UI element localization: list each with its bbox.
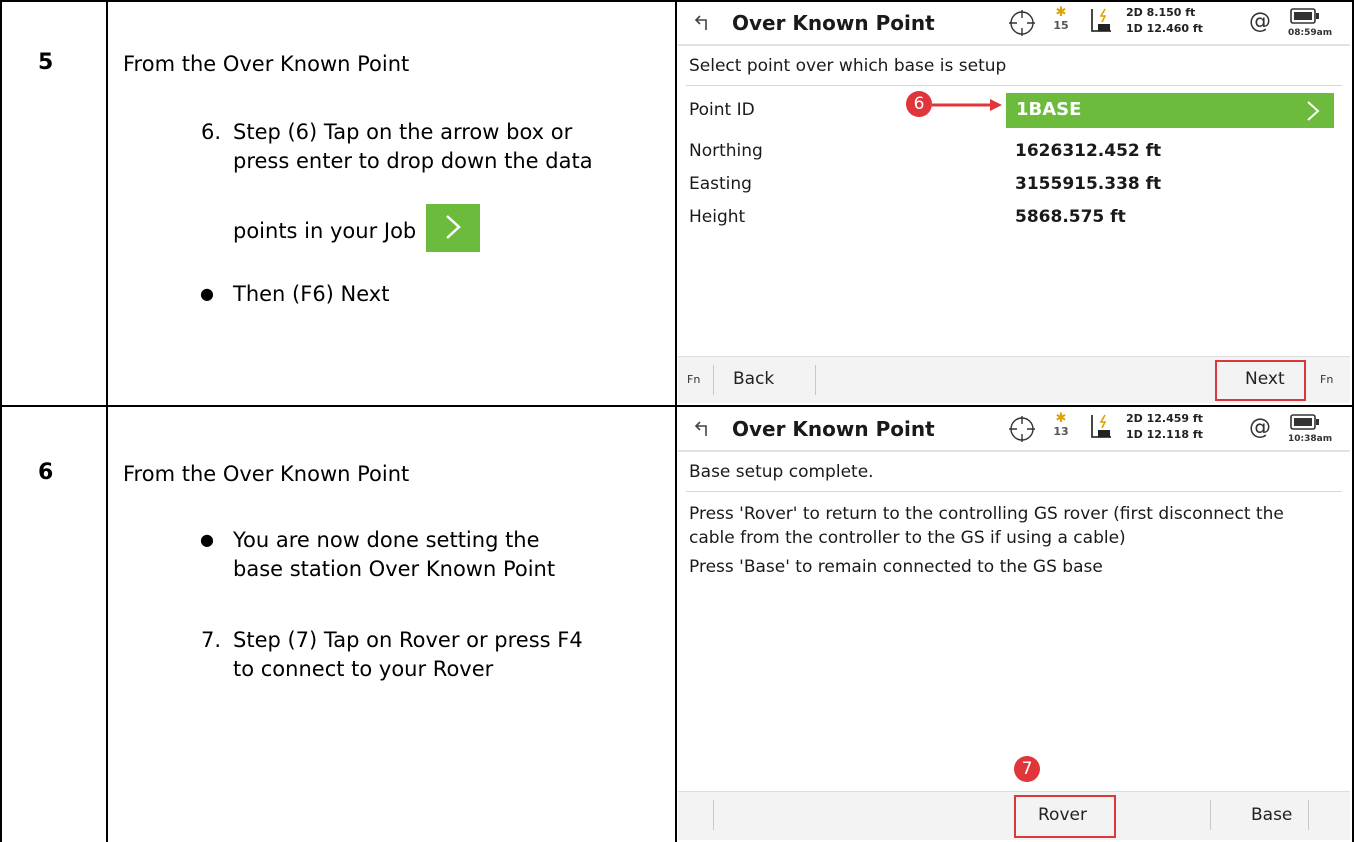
point-id-dropdown[interactable]: 1BASE — [1006, 93, 1334, 128]
step-item-line-text: points in your Job — [233, 219, 417, 243]
crosshair-icon — [1009, 416, 1035, 442]
precision-readout: 2D 12.459 ft 1D 12.118 ft — [1126, 411, 1203, 443]
step-item-number: 6. — [201, 120, 222, 144]
bullet-dot: ● — [200, 284, 214, 303]
precision-2d: 2D 12.459 ft — [1126, 412, 1203, 425]
step-number: 5 — [38, 50, 54, 75]
step-item-line: to connect to your Rover — [233, 657, 494, 681]
precision-1d: 1D 12.460 ft — [1126, 22, 1203, 35]
satellite-count: 13 — [1053, 425, 1069, 438]
message-text: Press 'Base' to remain connected to the … — [689, 557, 1103, 577]
row-heading: From the Over Known Point — [123, 52, 410, 76]
callout-badge: 7 — [1014, 756, 1040, 782]
point-id-label: Point ID — [689, 100, 755, 120]
table-border-left — [0, 0, 2, 842]
separator — [815, 365, 816, 395]
step-item-line: points in your Job — [233, 204, 481, 252]
step-number: 6 — [38, 460, 54, 485]
bullet-text: Then (F6) Next — [233, 282, 390, 306]
separator — [713, 365, 714, 395]
function-bar: Rover Base — [678, 791, 1350, 840]
step-item-line: press enter to drop down the data — [233, 149, 593, 173]
battery-icon — [1290, 8, 1319, 24]
chevron-right-icon — [1307, 101, 1320, 121]
connection-at-icon: @ — [1249, 9, 1271, 34]
step-item-line: Step (7) Tap on Rover or press F4 — [233, 628, 583, 652]
fn-key-left[interactable]: Fn — [687, 373, 700, 386]
device-screen-2: Over Known Point ✱ 13 2D 12.459 ft 1D 12.… — [678, 408, 1350, 840]
back-icon[interactable] — [694, 418, 712, 438]
step-item-text: Step (6) Tap on the arrow box or press e… — [233, 118, 593, 176]
callout-badge: 6 — [906, 91, 932, 117]
connection-at-icon: @ — [1249, 415, 1271, 440]
step-item-text: Step (7) Tap on Rover or press F4 to con… — [233, 626, 583, 684]
point-id-value: 1BASE — [1016, 99, 1082, 120]
message-text: cable from the controller to the GS if u… — [689, 528, 1126, 548]
satellite-icon: ✱ 15 — [1053, 5, 1069, 32]
message-text: Base setup complete. — [689, 462, 874, 482]
battery-icon — [1290, 414, 1319, 430]
divider — [686, 491, 1342, 492]
northing-label: Northing — [689, 141, 763, 161]
rover-button[interactable]: Rover — [1038, 805, 1087, 825]
height-value: 5868.575 ft — [1015, 207, 1126, 227]
step-item-line: Step (6) Tap on the arrow box or — [233, 120, 573, 144]
northing-value: 1626312.452 ft — [1015, 141, 1162, 161]
instruction-label: Select point over which base is setup — [689, 56, 1007, 76]
bullet-line: base station Over Known Point — [233, 557, 556, 581]
next-button[interactable]: Next — [1245, 369, 1285, 389]
status-bar: Over Known Point ✱ 13 2D 12.459 ft 1D 12.… — [678, 408, 1350, 452]
step-item-number: 7. — [201, 628, 222, 652]
crosshair-icon — [1009, 10, 1035, 36]
divider — [686, 85, 1342, 86]
precision-readout: 2D 8.150 ft 1D 12.460 ft — [1126, 5, 1203, 37]
separator — [1308, 800, 1309, 830]
message-text: Press 'Rover' to return to the controlli… — [689, 504, 1284, 524]
status-bar: Over Known Point ✱ 15 2D 8.150 ft 1D 12.4… — [678, 2, 1350, 46]
screen-title: Over Known Point — [732, 11, 935, 35]
antenna-icon — [1091, 414, 1111, 438]
bullet-line: You are now done setting the — [233, 528, 540, 552]
easting-value: 3155915.338 ft — [1015, 174, 1162, 194]
arrow-box-icon — [426, 204, 481, 252]
separator — [713, 800, 714, 830]
precision-2d: 2D 8.150 ft — [1126, 6, 1196, 19]
antenna-icon — [1091, 8, 1111, 32]
table-border-col1 — [106, 0, 108, 842]
table-border-middle — [0, 405, 1354, 407]
table-border-col2 — [675, 0, 677, 842]
bullet-text: You are now done setting the base statio… — [233, 526, 555, 584]
easting-label: Easting — [689, 174, 752, 194]
height-label: Height — [689, 207, 746, 227]
back-button[interactable]: Back — [733, 369, 774, 389]
clock-time: 08:59am — [1288, 28, 1333, 38]
clock-time: 10:38am — [1288, 434, 1333, 444]
bullet-dot: ● — [200, 530, 214, 549]
callout-arrow — [932, 99, 1002, 111]
fn-key-right[interactable]: Fn — [1320, 373, 1333, 386]
separator — [1210, 800, 1211, 830]
function-bar: Fn Back Next Fn — [678, 356, 1350, 403]
satellite-count: 15 — [1053, 19, 1069, 32]
back-icon[interactable] — [694, 12, 712, 32]
precision-1d: 1D 12.118 ft — [1126, 428, 1203, 441]
row-heading: From the Over Known Point — [123, 462, 410, 486]
device-screen-1: Over Known Point ✱ 15 2D 8.150 ft 1D 12.4… — [678, 2, 1350, 403]
screen-title: Over Known Point — [732, 417, 935, 441]
satellite-icon: ✱ 13 — [1053, 411, 1069, 438]
base-button[interactable]: Base — [1251, 805, 1292, 825]
